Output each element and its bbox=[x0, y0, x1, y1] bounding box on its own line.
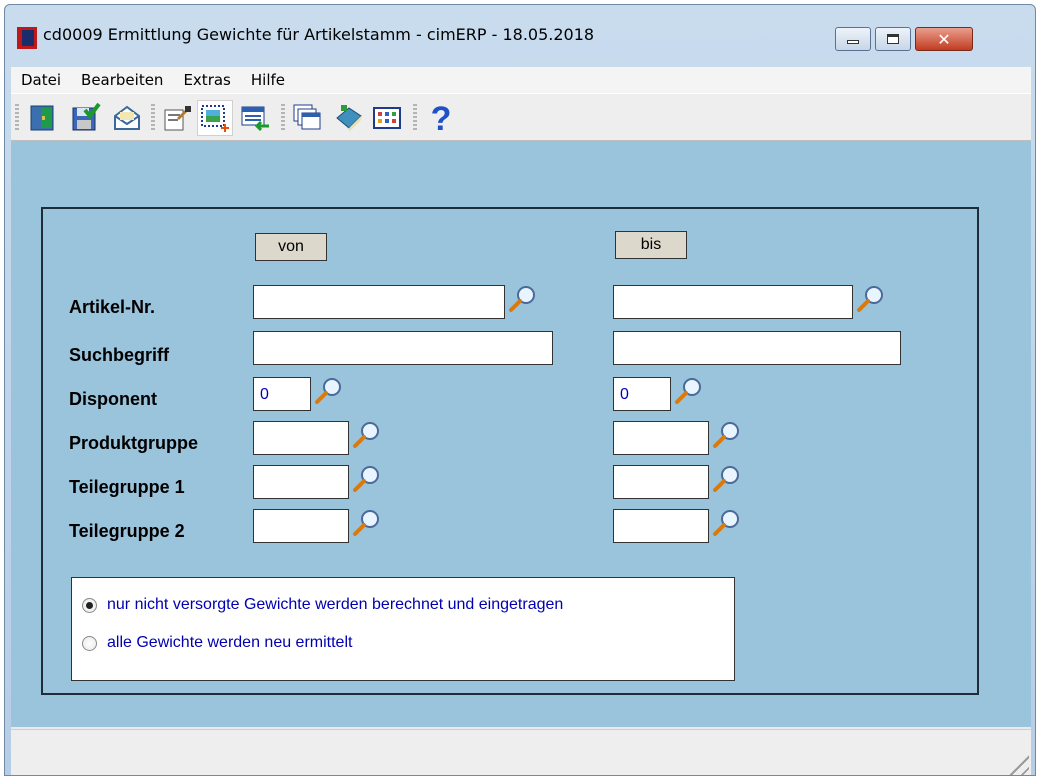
window-title: cd0009 Ermittlung Gewichte für Artikelst… bbox=[43, 25, 595, 44]
label-teilegruppe-1: Teilegruppe 1 bbox=[69, 477, 185, 497]
disponent-von-search-button[interactable] bbox=[313, 375, 345, 407]
edit-icon bbox=[164, 106, 191, 131]
book-button[interactable] bbox=[331, 100, 367, 136]
menu-bar: Datei Bearbeiten Extras Hilfe bbox=[11, 67, 1031, 93]
selection-panel: von bis Artikel-Nr. Suchbegriff Disponen… bbox=[41, 207, 979, 695]
teilegruppe-1-bis-input[interactable] bbox=[613, 465, 709, 499]
option-only-unsupplied[interactable]: nur nicht versorgte Gewichte werden bere… bbox=[82, 596, 563, 614]
bis-header: bis bbox=[615, 231, 687, 259]
produktgruppe-von-input[interactable] bbox=[253, 421, 349, 455]
option-all-recalculate-label: alle Gewichte werden neu ermittelt bbox=[107, 634, 353, 651]
teilegruppe-1-bis-search-button[interactable] bbox=[711, 463, 743, 495]
grid-button[interactable] bbox=[369, 100, 405, 136]
disponent-von-input[interactable]: 0 bbox=[253, 377, 311, 411]
teilegruppe-2-bis-input[interactable] bbox=[613, 509, 709, 543]
artikel-nr-von-input[interactable] bbox=[253, 285, 505, 319]
magnifier-icon bbox=[315, 378, 341, 404]
option-only-unsupplied-label: nur nicht versorgte Gewichte werden bere… bbox=[107, 596, 564, 613]
suchbegriff-von-input[interactable] bbox=[253, 331, 553, 365]
save-button[interactable] bbox=[67, 100, 103, 136]
help-icon: ? bbox=[431, 102, 452, 134]
magnifier-icon bbox=[353, 422, 379, 448]
von-header: von bbox=[255, 233, 327, 261]
menu-hilfe[interactable]: Hilfe bbox=[241, 71, 295, 89]
artikel-nr-bis-search-button[interactable] bbox=[855, 283, 887, 315]
minimize-icon bbox=[847, 40, 859, 44]
magnifier-icon bbox=[353, 510, 379, 536]
magnifier-icon bbox=[675, 378, 701, 404]
disponent-bis-input[interactable]: 0 bbox=[613, 377, 671, 411]
calculation-mode-group: nur nicht versorgte Gewichte werden bere… bbox=[71, 577, 735, 681]
label-teilegruppe-2: Teilegruppe 2 bbox=[69, 521, 185, 541]
list-transfer-icon bbox=[241, 106, 269, 132]
label-suchbegriff: Suchbegriff bbox=[69, 345, 170, 365]
windows-button[interactable] bbox=[289, 100, 325, 136]
suchbegriff-bis-input[interactable] bbox=[613, 331, 901, 365]
help-button[interactable]: ? bbox=[423, 100, 459, 136]
grid-icon bbox=[373, 107, 401, 129]
menu-bearbeiten[interactable]: Bearbeiten bbox=[71, 71, 173, 89]
toolbar: ? bbox=[11, 93, 1031, 141]
book-icon bbox=[336, 105, 362, 132]
edit-button[interactable] bbox=[159, 100, 195, 136]
teilegruppe-1-von-search-button[interactable] bbox=[351, 463, 383, 495]
toolbar-separator bbox=[151, 104, 155, 132]
magnifier-icon bbox=[713, 510, 739, 536]
title-bar[interactable]: cd0009 Ermittlung Gewichte für Artikelst… bbox=[5, 5, 1035, 67]
teilegruppe-2-von-search-button[interactable] bbox=[351, 507, 383, 539]
app-window: cd0009 Ermittlung Gewichte für Artikelst… bbox=[4, 4, 1036, 776]
new-selection-button[interactable] bbox=[197, 100, 233, 136]
status-bar bbox=[11, 729, 1031, 775]
artikel-nr-bis-input[interactable] bbox=[613, 285, 853, 319]
teilegruppe-2-von-input[interactable] bbox=[253, 509, 349, 543]
produktgruppe-von-search-button[interactable] bbox=[351, 419, 383, 451]
label-disponent: Disponent bbox=[69, 389, 157, 409]
close-button[interactable]: ✕ bbox=[915, 27, 973, 51]
teilegruppe-2-bis-search-button[interactable] bbox=[711, 507, 743, 539]
mail-icon bbox=[114, 105, 140, 130]
save-icon bbox=[72, 102, 101, 131]
magnifier-icon bbox=[857, 286, 883, 312]
label-artikel-nr: Artikel-Nr. bbox=[69, 297, 156, 317]
option-all-recalculate[interactable]: alle Gewichte werden neu ermittelt bbox=[82, 634, 352, 652]
disponent-bis-search-button[interactable] bbox=[673, 375, 705, 407]
maximize-button[interactable] bbox=[875, 27, 911, 51]
magnifier-icon bbox=[713, 422, 739, 448]
produktgruppe-bis-search-button[interactable] bbox=[711, 419, 743, 451]
produktgruppe-bis-input[interactable] bbox=[613, 421, 709, 455]
new-selection-icon bbox=[201, 105, 229, 132]
label-produktgruppe: Produktgruppe bbox=[69, 433, 198, 453]
maximize-icon bbox=[887, 34, 899, 44]
close-icon: ✕ bbox=[937, 29, 951, 49]
magnifier-icon bbox=[353, 466, 379, 492]
magnifier-icon bbox=[509, 286, 535, 312]
app-icon bbox=[17, 27, 37, 49]
list-transfer-button[interactable] bbox=[237, 100, 273, 136]
windows-icon bbox=[293, 104, 321, 130]
minimize-button[interactable] bbox=[835, 27, 871, 51]
exit-button[interactable] bbox=[25, 100, 61, 136]
toolbar-grip[interactable] bbox=[15, 104, 19, 132]
mail-button[interactable] bbox=[109, 100, 145, 136]
svg-text:?: ? bbox=[431, 102, 452, 134]
menu-datei[interactable]: Datei bbox=[11, 71, 71, 89]
artikel-nr-von-search-button[interactable] bbox=[507, 283, 539, 315]
client-area: Datei Bearbeiten Extras Hilfe ? von bis … bbox=[11, 67, 1031, 775]
teilegruppe-1-von-input[interactable] bbox=[253, 465, 349, 499]
resize-grip-icon[interactable] bbox=[1005, 751, 1029, 775]
menu-extras[interactable]: Extras bbox=[173, 71, 240, 89]
magnifier-icon bbox=[713, 466, 739, 492]
radio-button[interactable] bbox=[82, 635, 97, 651]
toolbar-separator bbox=[281, 104, 285, 132]
radio-button-selected[interactable] bbox=[82, 597, 97, 613]
exit-icon bbox=[30, 105, 54, 131]
toolbar-separator bbox=[413, 104, 417, 132]
